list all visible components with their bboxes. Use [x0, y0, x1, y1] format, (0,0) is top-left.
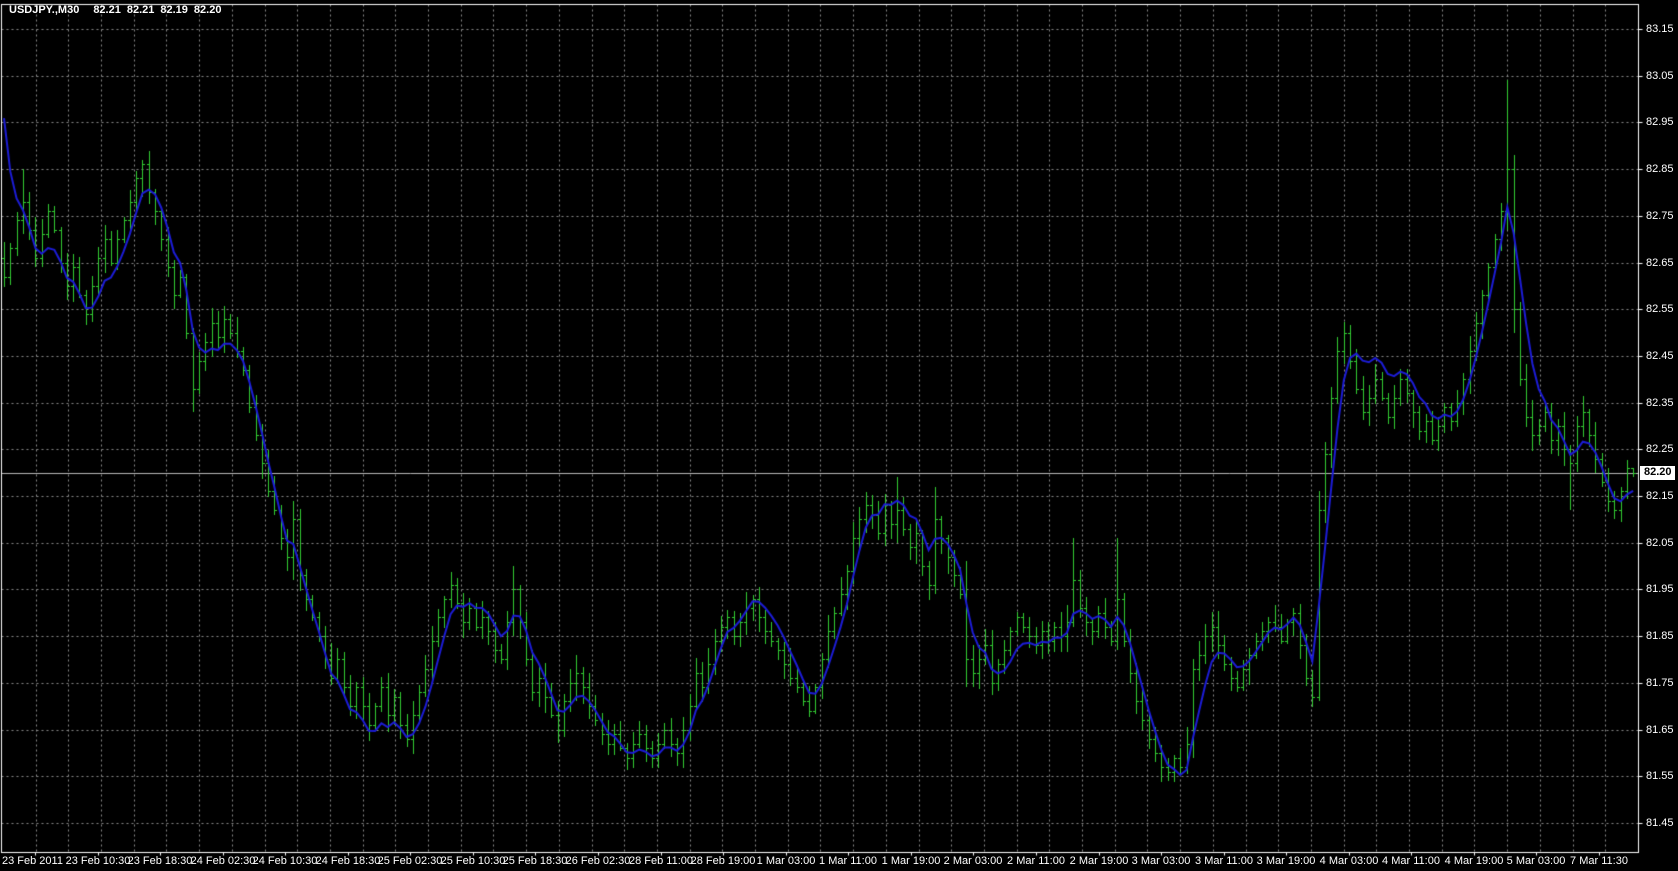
- chart-title-overlay: USDJPY.,M30 82.21 82.21 82.19 82.20: [9, 4, 227, 16]
- price-axis-label: 82.25: [1646, 444, 1678, 455]
- price-chart-canvas[interactable]: [0, 0, 1678, 871]
- price-axis-label: 82.95: [1646, 117, 1678, 128]
- time-axis-label: 2 Mar 03:00: [944, 856, 1003, 867]
- time-axis-label: 2 Mar 19:00: [1070, 856, 1129, 867]
- price-axis-label: 82.05: [1646, 538, 1678, 549]
- price-axis-label: 81.85: [1646, 631, 1678, 642]
- time-axis-label: 7 Mar 11:30: [1570, 856, 1628, 867]
- price-axis-label: 82.85: [1646, 164, 1678, 175]
- price-axis-label: 82.65: [1646, 258, 1678, 269]
- time-axis-label: 23 Feb 2011: [2, 856, 63, 867]
- time-axis-label: 28 Feb 19:00: [691, 856, 756, 867]
- price-axis-label: 81.45: [1646, 818, 1678, 829]
- time-axis-label: 4 Mar 19:00: [1445, 856, 1504, 867]
- price-axis-label: 82.35: [1646, 398, 1678, 409]
- time-axis-label: 4 Mar 11:00: [1382, 856, 1440, 867]
- time-axis-label: 24 Feb 18:30: [316, 856, 381, 867]
- time-axis-label: 25 Feb 02:30: [378, 856, 443, 867]
- time-axis-label: 24 Feb 02:30: [191, 856, 256, 867]
- price-axis-label: 82.55: [1646, 304, 1678, 315]
- time-axis-label: 26 Feb 02:30: [566, 856, 631, 867]
- time-axis-label: 25 Feb 18:30: [503, 856, 568, 867]
- time-axis-label: 3 Mar 19:00: [1257, 856, 1316, 867]
- price-axis-label: 81.75: [1646, 678, 1678, 689]
- price-axis-label: 82.15: [1646, 491, 1678, 502]
- time-axis-label: 23 Feb 10:30: [66, 856, 131, 867]
- ohlc-high: 82.21: [127, 4, 155, 16]
- time-axis-label: 23 Feb 18:30: [128, 856, 193, 867]
- price-axis-label: 81.65: [1646, 725, 1678, 736]
- current-price-badge: 82.20: [1640, 466, 1675, 480]
- price-axis-label: 82.75: [1646, 211, 1678, 222]
- price-axis-label: 83.15: [1646, 24, 1678, 35]
- time-axis-label: 5 Mar 03:00: [1507, 856, 1566, 867]
- time-axis-label: 24 Feb 10:30: [253, 856, 318, 867]
- time-axis-label: 28 Feb 11:00: [629, 856, 693, 867]
- time-axis-label: 1 Mar 03:00: [757, 856, 816, 867]
- time-axis-label: 1 Mar 11:00: [819, 856, 877, 867]
- chart-window: USDJPY.,M30 82.21 82.21 82.19 82.20 83.15 83.…: [0, 0, 1678, 871]
- time-axis-label: 1 Mar 19:00: [882, 856, 941, 867]
- ohlc-low: 82.19: [160, 4, 188, 16]
- time-axis-label: 3 Mar 11:00: [1195, 856, 1253, 867]
- price-axis-label: 81.55: [1646, 771, 1678, 782]
- time-axis-label: 25 Feb 10:30: [441, 856, 506, 867]
- price-axis-label: 83.05: [1646, 71, 1678, 82]
- symbol-period-label: USDJPY.,M30: [9, 4, 79, 16]
- ohlc-close: 82.20: [194, 4, 222, 16]
- time-axis-label: 4 Mar 03:00: [1320, 856, 1379, 867]
- price-axis-label: 82.45: [1646, 351, 1678, 362]
- price-axis-label: 81.95: [1646, 584, 1678, 595]
- time-axis-label: 2 Mar 11:00: [1007, 856, 1065, 867]
- ohlc-open: 82.21: [93, 4, 121, 16]
- time-axis-label: 3 Mar 03:00: [1132, 856, 1191, 867]
